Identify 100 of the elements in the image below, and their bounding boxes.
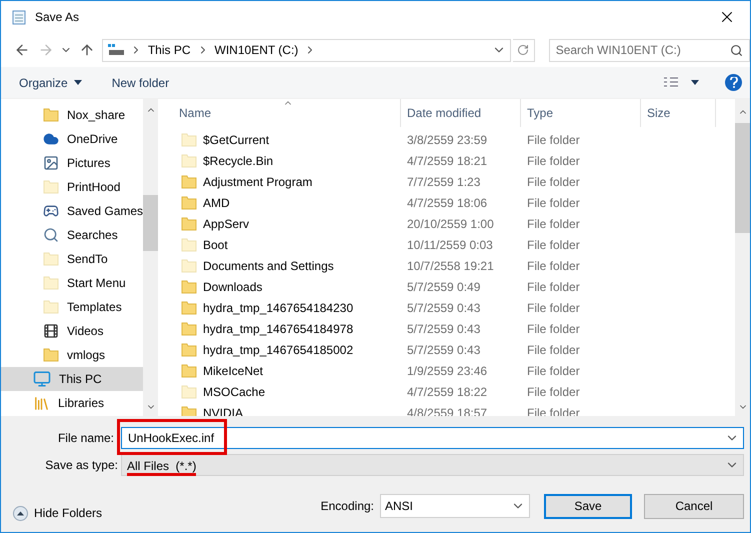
cancel-button[interactable]: Cancel	[644, 494, 744, 518]
search-box[interactable]: Search WIN10ENT (C:)	[548, 38, 750, 62]
sidebar-item[interactable]: OneDrive	[1, 127, 144, 151]
type-cell-text: File folder	[526, 320, 581, 338]
window-title: Save As	[35, 9, 80, 26]
search-icon	[730, 44, 743, 56]
folder-icon	[181, 154, 197, 168]
sidebar-item[interactable]: Pictures	[1, 151, 144, 175]
help-icon[interactable]	[725, 74, 742, 91]
column-header[interactable]: Date modified	[401, 99, 521, 127]
file-name[interactable]: Documents and Settings	[203, 256, 334, 274]
new-folder-button[interactable]: New folder	[112, 74, 170, 92]
date-cell-text: 3/8/2559 23:59	[406, 132, 488, 148]
sidebar-item[interactable]: Templates	[1, 295, 144, 319]
chevron-up-icon	[13, 506, 28, 520]
column-header[interactable]: Type	[521, 99, 641, 127]
search-field[interactable]: Search WIN10ENT (C:)	[556, 41, 730, 59]
file-name[interactable]: hydra_tmp_1467654184230	[203, 298, 354, 316]
folder-icon	[181, 132, 197, 146]
sidebar-item[interactable]: SendTo	[1, 247, 144, 271]
file-name[interactable]: $Recycle.Bin	[203, 152, 274, 170]
scrollbar[interactable]	[735, 99, 750, 416]
drive-icon	[108, 44, 124, 56]
sidebar-item[interactable]: Start Menu	[1, 271, 144, 295]
breadcrumb[interactable]: This PC	[148, 41, 191, 59]
folder-icon	[181, 280, 197, 294]
date-cell-text: 4/7/2559 18:21	[406, 152, 488, 170]
caret-icon[interactable]	[691, 80, 699, 85]
type-cell-text: File folder	[526, 216, 581, 232]
view-options-icon[interactable]	[663, 76, 679, 88]
field-label: File name:	[56, 430, 115, 447]
type-cell-text: File folder	[526, 174, 581, 190]
gamepad-icon	[43, 203, 59, 219]
library-icon	[33, 394, 50, 412]
sidebar-item[interactable]: Libraries	[1, 391, 144, 415]
file-name[interactable]: hydra_tmp_1467654184978	[203, 320, 354, 338]
column-header[interactable]: Name	[161, 99, 401, 127]
file-name-field[interactable]: UnHookExec.inf	[121, 427, 744, 449]
arrow-left-icon	[14, 42, 30, 58]
picture-icon	[43, 155, 59, 171]
scrollbar-thumb[interactable]	[143, 195, 158, 251]
type-cell-text: File folder	[526, 236, 581, 254]
sidebar-item[interactable]: Saved Games	[1, 199, 144, 223]
date-cell-text: 4/7/2559 18:22	[406, 384, 488, 400]
folder-icon	[181, 174, 197, 188]
folder-icon	[43, 252, 59, 266]
date-cell-text: 5/7/2559 0:43	[406, 342, 482, 358]
folder-icon	[43, 300, 59, 314]
column-header[interactable]: Size	[641, 99, 716, 127]
address-bar[interactable]: This PC WIN10ENT (C:)	[102, 38, 511, 62]
sidebar-item[interactable]: This PC	[1, 367, 144, 391]
sidebar-item[interactable]: Nox_share	[1, 103, 144, 127]
date-cell-text: 10/7/2558 19:21	[406, 258, 495, 274]
file-name[interactable]: Downloads	[203, 278, 262, 296]
breadcrumb[interactable]: WIN10ENT (C:)	[214, 41, 298, 59]
type-cell-text: File folder	[526, 300, 581, 316]
file-name[interactable]: Adjustment Program	[203, 172, 312, 190]
folder-icon	[43, 180, 59, 194]
folder-icon	[181, 216, 197, 230]
scrollbar-thumb[interactable]	[735, 123, 750, 233]
file-name[interactable]: AppServ	[203, 214, 250, 232]
type-cell-text: File folder	[526, 362, 581, 380]
file-name[interactable]: MSOCache	[203, 382, 266, 400]
date-cell-text: 5/7/2559 0:43	[406, 320, 482, 338]
file-name[interactable]: Boot	[203, 236, 228, 254]
sidebar-item[interactable]: Videos	[1, 319, 144, 343]
monitor-icon	[33, 370, 51, 388]
film-icon	[43, 323, 59, 339]
encoding-dropdown[interactable]: ANSI	[380, 494, 530, 518]
scrollbar[interactable]	[143, 99, 158, 416]
type-cell-text: File folder	[526, 194, 581, 212]
sidebar-item[interactable]: vmlogs	[1, 343, 144, 367]
sidebar-item[interactable]: PrintHood	[1, 175, 144, 199]
folder-icon	[181, 342, 197, 356]
folder-icon	[181, 258, 197, 272]
sidebar-item[interactable]: Searches	[1, 223, 144, 247]
cloud-icon	[43, 131, 59, 147]
date-cell-text: 10/11/2559 0:03	[406, 236, 494, 254]
folder-icon	[181, 364, 197, 378]
hide-folders-button[interactable]: Hide Folders	[13, 504, 102, 522]
type-cell-text: File folder	[526, 384, 581, 400]
search-icon	[43, 227, 59, 243]
notepad-icon	[11, 9, 27, 25]
folder-icon	[181, 238, 197, 252]
folder-icon	[181, 196, 197, 210]
organize-button[interactable]: Organize	[19, 74, 82, 92]
save-as-type-dropdown[interactable]: All Files (*.*)	[121, 454, 744, 476]
save-button[interactable]: Save	[544, 494, 632, 518]
date-cell-text: 5/7/2559 0:43	[406, 300, 482, 316]
type-cell-text: File folder	[526, 258, 581, 274]
type-cell-text: File folder	[526, 342, 581, 358]
file-name[interactable]: MikeIceNet	[203, 362, 264, 380]
type-cell-text: File folder	[526, 152, 581, 170]
refresh-button[interactable]	[512, 38, 535, 62]
file-name[interactable]: AMD	[203, 194, 230, 212]
date-cell-text: 7/7/2559 1:23	[406, 174, 482, 190]
folder-icon	[43, 108, 59, 122]
date-cell-text: 4/7/2559 18:06	[406, 194, 488, 212]
file-name[interactable]: $GetCurrent	[203, 130, 270, 148]
file-name[interactable]: hydra_tmp_1467654185002	[203, 340, 354, 358]
